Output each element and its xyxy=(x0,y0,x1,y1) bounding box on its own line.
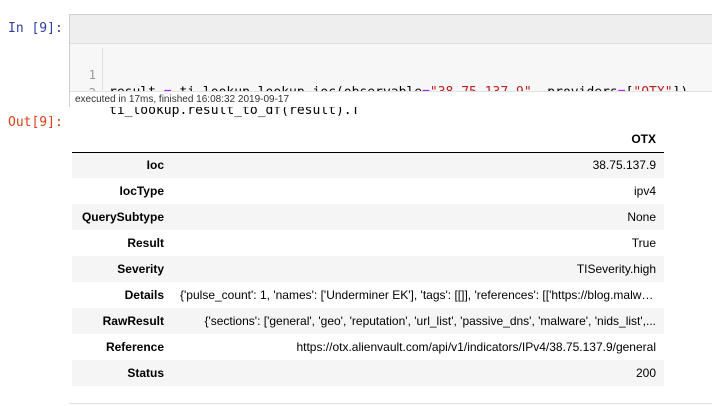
notebook-page: In [9]: 1 result = ti_lookup.lookup_ioc(… xyxy=(0,0,712,406)
row-value: ipv4 xyxy=(633,184,656,198)
row-value: {'sections': ['general', 'geo', 'reputat… xyxy=(204,314,656,328)
row-label: Details xyxy=(124,288,164,302)
table-row: Severity TISeverity.high xyxy=(72,256,664,282)
row-value: True xyxy=(631,236,656,250)
table-row: Reference https://otx.alienvault.com/api… xyxy=(72,334,664,360)
row-value: 38.75.137.9 xyxy=(592,158,656,173)
column-header-otx: OTX xyxy=(172,126,664,153)
table-row: Details {'pulse_count': 1, 'names': ['Un… xyxy=(72,282,664,308)
row-value: 200 xyxy=(635,366,656,380)
code-editor[interactable]: 1 result = ti_lookup.lookup_ioc(observab… xyxy=(70,48,712,118)
execution-info: executed in 17ms, finished 16:08:32 2019… xyxy=(70,91,712,107)
table-row: QuerySubtype None xyxy=(72,204,664,230)
row-label: Severity xyxy=(117,262,164,276)
row-value: None xyxy=(627,210,656,224)
table-row: Result True xyxy=(72,230,664,256)
table-row: IocType ipv4 xyxy=(72,178,664,204)
input-prompt: In [9]: xyxy=(8,21,63,36)
output-dataframe: OTX Ioc 38.75.137.9 IocType ipv4 QuerySu… xyxy=(72,126,664,386)
row-label: RawResult xyxy=(102,314,164,328)
row-label: Ioc xyxy=(146,158,164,173)
table-row: RawResult {'sections': ['general', 'geo'… xyxy=(72,308,664,334)
row-label: Result xyxy=(127,236,164,250)
table-header-row: OTX xyxy=(72,126,664,153)
row-value: TISeverity.high xyxy=(576,262,656,276)
row-value: https://otx.alienvault.com/api/v1/indica… xyxy=(296,340,656,354)
code-cell[interactable]: 1 result = ti_lookup.lookup_ioc(observab… xyxy=(69,14,712,118)
table-row: Status 200 xyxy=(72,360,664,386)
row-label: IocType xyxy=(119,184,164,198)
row-label: QuerySubtype xyxy=(81,210,164,224)
cell-bottom-divider xyxy=(69,403,712,404)
row-value: {'pulse_count': 1, 'names': ['Underminer… xyxy=(180,288,659,302)
output-prompt: Out[9]: xyxy=(8,115,63,130)
row-label: Status xyxy=(127,366,164,380)
row-label: Reference xyxy=(105,340,164,354)
table-row: Ioc 38.75.137.9 xyxy=(72,152,664,178)
code-line[interactable]: 2 ti_lookup.result_to_df(result).T xyxy=(70,66,712,118)
code-line[interactable]: 1 result = ti_lookup.lookup_ioc(observab… xyxy=(70,48,712,100)
index-header xyxy=(72,126,172,153)
cell-toolbar xyxy=(70,15,712,44)
